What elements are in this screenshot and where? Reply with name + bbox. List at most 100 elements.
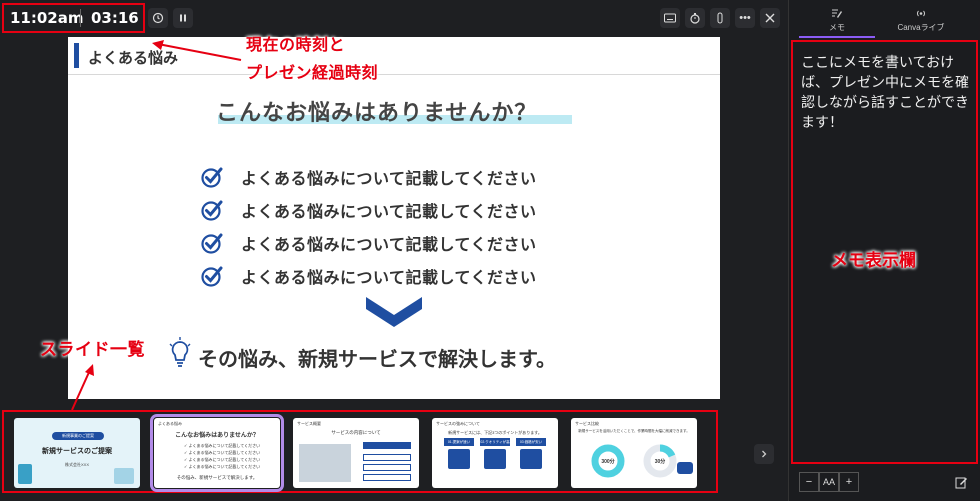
thumb-title: こんなお悩みはありませんか？ xyxy=(175,433,259,439)
thumb-illustration xyxy=(18,464,32,484)
thumb-value: 30分 xyxy=(654,459,666,465)
checkmark-circle-icon xyxy=(201,233,223,254)
memo-text[interactable]: ここにメモを書いておけば、プレゼン中にメモを確認しながら話すことができます！ xyxy=(801,52,971,132)
check-item: よくある悩みについて記載してください xyxy=(201,231,537,255)
thumb-header: よくある悩み xyxy=(158,421,182,426)
time-annotation-line1: 現在の時刻と xyxy=(246,37,346,54)
yen-icon xyxy=(520,449,542,469)
tab-canva-live[interactable]: Canvaライブ xyxy=(881,8,961,33)
time-annotation-line2: プレゼン経過時刻 xyxy=(246,65,379,82)
thumb-illustration xyxy=(114,468,134,484)
checkmark-circle-icon xyxy=(201,167,223,188)
check-item: よくある悩みについて記載してください xyxy=(201,198,537,222)
thumb-card-label: 01.提案が速い xyxy=(444,438,474,446)
thumbnail-next-button[interactable] xyxy=(754,444,774,464)
time-annotation: 現在の時刻と プレゼン経過時刻 xyxy=(246,32,378,88)
thumb-title: 新規サービスを活用いただくことで、作業時間を大幅に削減できます。 xyxy=(578,429,690,433)
thumb-header: サービス比較 xyxy=(575,421,599,426)
thumb-block xyxy=(363,454,411,461)
header-accent-bar xyxy=(74,43,79,68)
thumb-value: 300分 xyxy=(601,459,615,465)
thumb-block xyxy=(363,442,411,449)
close-button[interactable] xyxy=(760,8,780,28)
chevron-right-icon xyxy=(762,450,767,458)
broadcast-icon xyxy=(916,10,926,17)
pause-icon xyxy=(180,14,186,22)
thumb-block xyxy=(363,464,411,471)
check-item: よくある悩みについて記載してください xyxy=(201,264,537,288)
thumb-header: サービス概要 xyxy=(297,421,321,426)
thumb-badge: 新規事業のご提案 xyxy=(52,432,104,440)
close-icon xyxy=(765,13,775,23)
font-increase-button[interactable]: + xyxy=(839,472,859,492)
slide-thumbnail-1[interactable]: 新規事業のご提案 新規サービスのご提案 株式会社XXX xyxy=(14,418,140,488)
annotation-arrow-icon xyxy=(71,364,94,411)
chat-icon xyxy=(677,462,693,474)
current-time: 11:02am xyxy=(10,9,84,27)
timer-button[interactable] xyxy=(685,8,705,28)
font-size-label: AA xyxy=(819,472,839,492)
elapsed-time: 03:16 xyxy=(91,9,139,27)
check-item: よくある悩みについて記載してください xyxy=(201,165,537,189)
pause-button[interactable] xyxy=(173,8,193,28)
thumb-photo xyxy=(299,444,351,482)
check-item-text: よくある悩みについて記載してください xyxy=(241,204,537,221)
history-icon xyxy=(152,12,164,24)
thumb-card-label: 02.クオリティが高い xyxy=(480,438,510,452)
slide-thumbnail-strip: 新規事業のご提案 新規サービスのご提案 株式会社XXX よくある悩み こんなお悩… xyxy=(2,410,718,493)
edit-icon xyxy=(955,477,967,488)
thumb-title: 新規サービスには、下記3つのポイントがあります。 xyxy=(448,430,542,435)
lightbulb-icon xyxy=(169,337,191,367)
stack-icon xyxy=(484,449,506,469)
time-display: 11:02am 03:16 xyxy=(2,3,145,33)
annotation-arrow-icon xyxy=(152,40,242,61)
slides-annotation-text: スライド一覧 xyxy=(40,340,145,359)
edit-notes-button[interactable] xyxy=(951,472,971,492)
more-icon: ••• xyxy=(739,12,751,24)
keyboard-icon xyxy=(664,13,676,23)
chevron-down-icon xyxy=(366,297,422,327)
check-item-text: よくある悩みについて記載してください xyxy=(241,237,537,254)
thumb-card-label: 03.価格が安い xyxy=(516,438,546,446)
tab-canva-live-label: Canvaライブ xyxy=(897,23,945,32)
slides-annotation: スライド一覧 xyxy=(40,336,145,364)
checkmark-circle-icon xyxy=(201,200,223,221)
thumb-checks: ✓ よくある悩みについて記載してください ✓ よくある悩みについて記載してくださ… xyxy=(184,443,261,469)
thumb-title: 新規サービスのご提案 xyxy=(42,448,112,455)
clock-icon xyxy=(448,449,470,469)
current-slide: よくある悩み こんなお悩みはありませんか？ よくある悩みについて記載してください… xyxy=(68,37,720,399)
notes-sidebar: メモ Canvaライブ ここにメモを書いておけば、プレゼン中にメモを確認しながら… xyxy=(788,0,980,501)
slide-title: こんなお悩みはありませんか？ xyxy=(216,100,538,125)
check-item-text: よくある悩みについて記載してください xyxy=(241,270,537,287)
tube-icon xyxy=(717,12,723,24)
time-divider xyxy=(80,9,81,27)
tab-memo[interactable]: メモ xyxy=(797,8,877,33)
magic-shortcuts-button[interactable] xyxy=(710,8,730,28)
reset-timer-button[interactable] xyxy=(148,8,168,28)
plus-icon: + xyxy=(845,476,853,488)
checkmark-circle-icon xyxy=(201,266,223,287)
memo-annotation: メモ表示欄 xyxy=(831,251,916,270)
font-decrease-button[interactable]: − xyxy=(799,472,819,492)
stopwatch-icon xyxy=(690,13,700,24)
tab-memo-label: メモ xyxy=(829,23,845,32)
presenter-toolbar: 11:02am 03:16 ••• xyxy=(0,0,788,36)
more-options-button[interactable]: ••• xyxy=(735,8,755,28)
thumb-title: サービスの内容について xyxy=(331,430,381,435)
memo-area[interactable]: ここにメモを書いておけば、プレゼン中にメモを確認しながら話すことができます！ メ… xyxy=(791,40,978,464)
slide-thumbnail-2[interactable]: よくある悩み こんなお悩みはありませんか？ ✓ よくある悩みについて記載してくだ… xyxy=(150,414,284,492)
slide-thumbnail-5[interactable]: サービス比較 新規サービスを活用いただくことで、作業時間を大幅に削減できます。 … xyxy=(571,418,697,488)
slide-thumbnail-3[interactable]: サービス概要 サービスの内容について xyxy=(293,418,419,488)
thumb-footer: その悩み、新規サービスで解決します。 xyxy=(176,475,258,480)
notes-icon xyxy=(832,9,842,18)
thumb-header: サービスの強みについて xyxy=(436,421,480,426)
check-item-text: よくある悩みについて記載してください xyxy=(241,171,537,188)
slide-footer-text: その悩み、新規サービスで解決します。 xyxy=(198,349,556,371)
thumb-block xyxy=(363,474,411,481)
active-tab-indicator xyxy=(799,36,875,38)
slide-thumbnail-4[interactable]: サービスの強みについて 新規サービスには、下記3つのポイントがあります。 01.… xyxy=(432,418,558,488)
font-size-text: AA xyxy=(822,477,835,487)
keyboard-shortcuts-button[interactable] xyxy=(660,8,680,28)
font-size-controls: − AA + xyxy=(799,472,859,492)
minus-icon: − xyxy=(805,476,813,488)
